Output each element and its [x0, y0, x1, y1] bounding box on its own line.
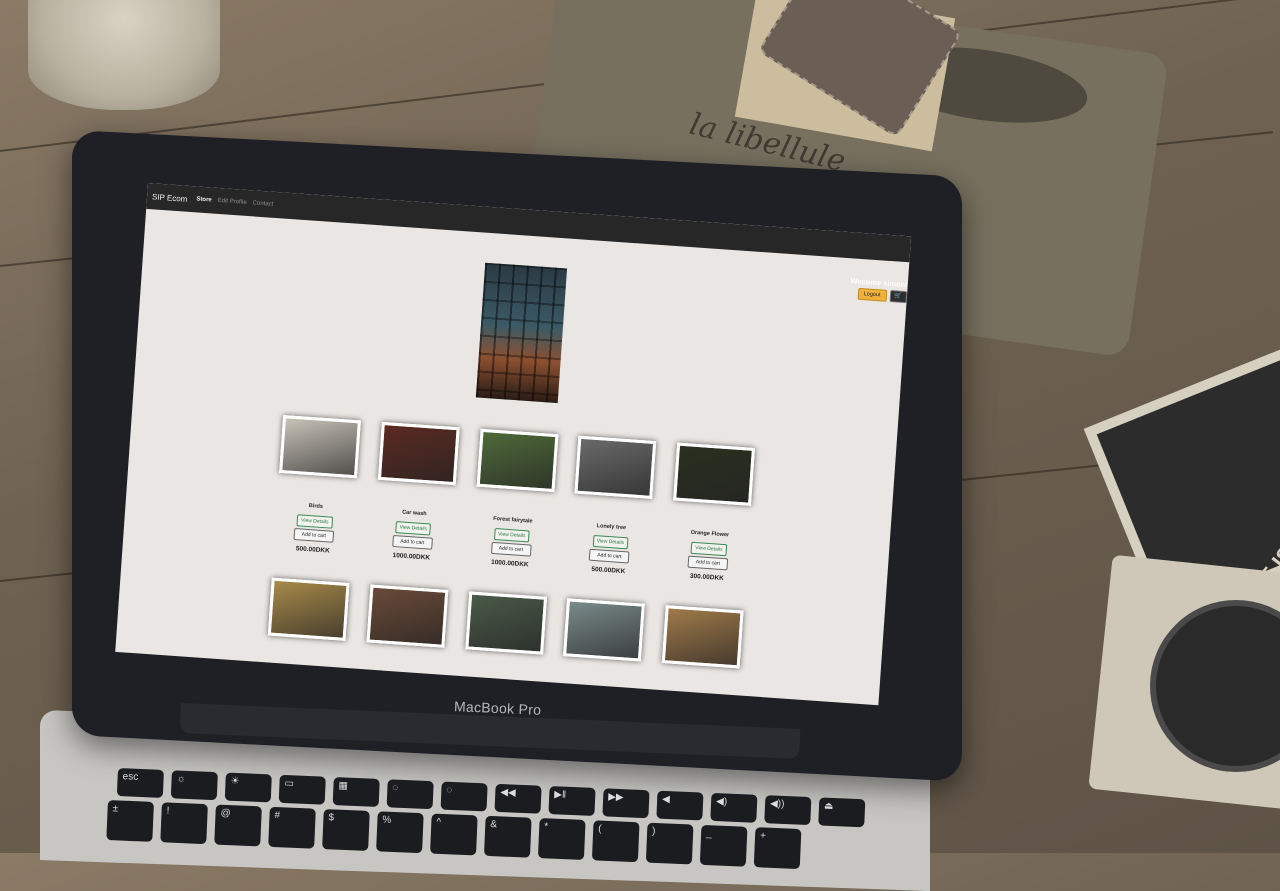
product-price: 300.00DKK [689, 572, 725, 583]
nav-link-edit-profile[interactable]: Edit Profile [217, 198, 246, 206]
product-card: Forest fairytale View Details Add to cart 1… [470, 428, 559, 570]
key: ) [645, 822, 694, 865]
product-price: 500.00DKK [295, 545, 330, 555]
product-price: 1000.00DKK [490, 558, 529, 569]
web-app-screen: SIP Ecom Store Edit Profile Contact Weco… [115, 183, 912, 706]
key: ▶‖ [548, 786, 596, 816]
product-thumbnail[interactable] [267, 577, 350, 641]
key: ⏏ [818, 797, 866, 828]
add-to-cart-button[interactable]: Add to cart [687, 555, 729, 571]
cart-button[interactable]: 🛒 [889, 290, 908, 304]
add-to-cart-button[interactable]: Add to cart [391, 534, 433, 550]
key: ◀)) [764, 795, 812, 826]
product-thumbnail[interactable] [366, 584, 449, 648]
key: ☼ [170, 770, 218, 801]
product-card: Slide of Life [461, 591, 547, 688]
view-details-button[interactable]: View Details [493, 528, 530, 543]
hero-image [475, 262, 568, 404]
key: $ [322, 809, 370, 851]
view-details-button[interactable]: View Details [690, 541, 727, 557]
view-details-button[interactable]: View Details [296, 514, 333, 529]
user-actions: Logout 🛒 [849, 287, 908, 304]
product-price: 500.00DKK [591, 565, 626, 576]
product-card: Birds View Details Add to cart 500.00DKK [273, 414, 362, 556]
key: + [753, 827, 802, 870]
product-name: Orange Flower [690, 529, 730, 539]
key: ± [106, 800, 154, 842]
key: ! [160, 802, 208, 845]
key: & [483, 815, 532, 858]
view-details-button[interactable]: View Details [395, 521, 432, 536]
product-thumbnail[interactable] [673, 442, 755, 506]
key: ◌ [386, 779, 434, 810]
product-name: Birds [308, 503, 324, 510]
key: ◌ [440, 781, 488, 812]
key: ◀◀ [494, 783, 542, 814]
key: ( [591, 820, 640, 863]
app-brand[interactable]: SIP Ecom [152, 192, 188, 203]
product-thumbnail[interactable] [574, 435, 657, 499]
product-thumbnail[interactable] [377, 421, 460, 486]
add-to-cart-button[interactable]: Add to cart [490, 541, 532, 557]
key: @ [214, 804, 262, 847]
key: # [268, 806, 316, 849]
key: _ [699, 824, 748, 867]
product-name: Forest fairytale [492, 515, 533, 525]
nav-link-contact[interactable]: Contact [252, 200, 273, 207]
key: ▶▶ [602, 788, 650, 819]
key: ^ [430, 813, 478, 856]
key: ▦ [332, 777, 380, 807]
product-thumbnail[interactable] [563, 598, 646, 662]
product-name: Car wash [401, 509, 427, 518]
product-name: Lonely tree [596, 523, 627, 532]
hero-image-pattern [475, 262, 568, 404]
product-card: Sunset on the way [658, 605, 744, 702]
product-card: Lonely tree View Details Add to cart 500.00… [568, 435, 657, 577]
product-card: Orange Flower View Details Add to cart 300.… [667, 442, 756, 583]
product-thumbnail[interactable] [464, 591, 547, 655]
logout-button[interactable]: Logout [857, 287, 887, 302]
key: ◀ [656, 790, 704, 821]
product-thumbnail[interactable] [476, 428, 558, 493]
add-to-cart-button[interactable]: Add to cart [588, 548, 630, 564]
key: ▭ [278, 774, 326, 805]
view-details-button[interactable]: View Details [592, 534, 629, 550]
product-card: Summertime [560, 598, 646, 695]
key: ☀ [224, 772, 272, 803]
jar [28, 0, 220, 110]
user-box: Wecome simon! Logout 🛒 [849, 276, 908, 304]
product-card: Reflections [363, 584, 449, 681]
product-grid-row: Birds View Details Add to cart 500.00DKK Car… [273, 414, 756, 584]
key: ◀) [710, 792, 758, 823]
product-card: Car wash View Details Add to cart 1000.00DK… [371, 421, 460, 563]
product-thumbnail[interactable] [661, 605, 744, 669]
add-to-cart-button[interactable]: Add to cart [293, 528, 335, 543]
key: % [376, 811, 424, 854]
key: * [537, 818, 586, 860]
cart-icon: 🛒 [894, 293, 903, 300]
product-thumbnail[interactable] [279, 414, 361, 479]
nav-link-store[interactable]: Store [196, 196, 212, 203]
product-price: 1000.00DKK [392, 551, 431, 562]
key: esc [116, 768, 164, 798]
product-card: Play of shadows [264, 577, 350, 675]
